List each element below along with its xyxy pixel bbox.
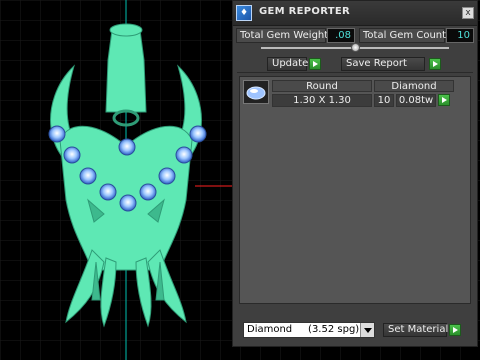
chevron-down-icon[interactable] — [360, 323, 374, 337]
save-report-go-icon[interactable] — [429, 58, 441, 70]
gem — [175, 146, 193, 164]
close-button[interactable]: x — [462, 7, 474, 19]
material-select[interactable]: Diamond (3.52 spg) — [243, 322, 375, 338]
window-title: GEM REPORTER — [259, 6, 351, 17]
gem — [63, 146, 81, 164]
gem — [139, 183, 157, 201]
gem — [48, 125, 66, 143]
update-button[interactable]: Update — [267, 57, 308, 71]
total-gem-weight-value: .08 — [327, 28, 355, 43]
gem — [158, 167, 176, 185]
gem-size-cell: 1.30 X 1.30 — [272, 94, 372, 107]
gem-count-cell: 10 — [374, 94, 394, 107]
bail-top — [109, 23, 143, 37]
total-gem-weight-label: Total Gem Weight — [236, 28, 328, 43]
gem-row-go-icon[interactable] — [438, 94, 450, 106]
gem-reporter-app-icon: ♦ — [236, 5, 252, 21]
update-go-icon[interactable] — [309, 58, 321, 70]
title-bar[interactable]: ♦ GEM REPORTER x — [233, 1, 477, 26]
gem — [119, 194, 137, 212]
gem-weight-cell: 0.08tw — [396, 94, 436, 107]
total-gem-count-value: 10 — [446, 28, 474, 43]
divider — [237, 72, 473, 73]
gem — [79, 167, 97, 185]
shape-header: Round — [272, 80, 372, 92]
gem-list: Round Diamond 1.30 X 1.30 10 0.08tw — [239, 76, 471, 304]
gem — [189, 125, 207, 143]
round-gem-icon[interactable] — [243, 80, 269, 104]
pendant-bail — [105, 29, 147, 113]
set-material-button[interactable]: Set Material — [383, 323, 448, 337]
gem — [99, 183, 117, 201]
set-material-go-icon[interactable] — [449, 324, 461, 336]
material-header: Diamond — [374, 80, 454, 92]
gem-reporter-panel: ♦ GEM REPORTER x Total Gem Weight .08 To… — [232, 0, 478, 347]
gem — [118, 138, 136, 156]
save-report-button[interactable]: Save Report — [341, 57, 425, 71]
total-gem-count-label: Total Gem Count — [359, 28, 446, 43]
size-slider-thumb[interactable] — [350, 43, 360, 52]
material-select-value: Diamond (3.52 spg) — [247, 324, 360, 335]
